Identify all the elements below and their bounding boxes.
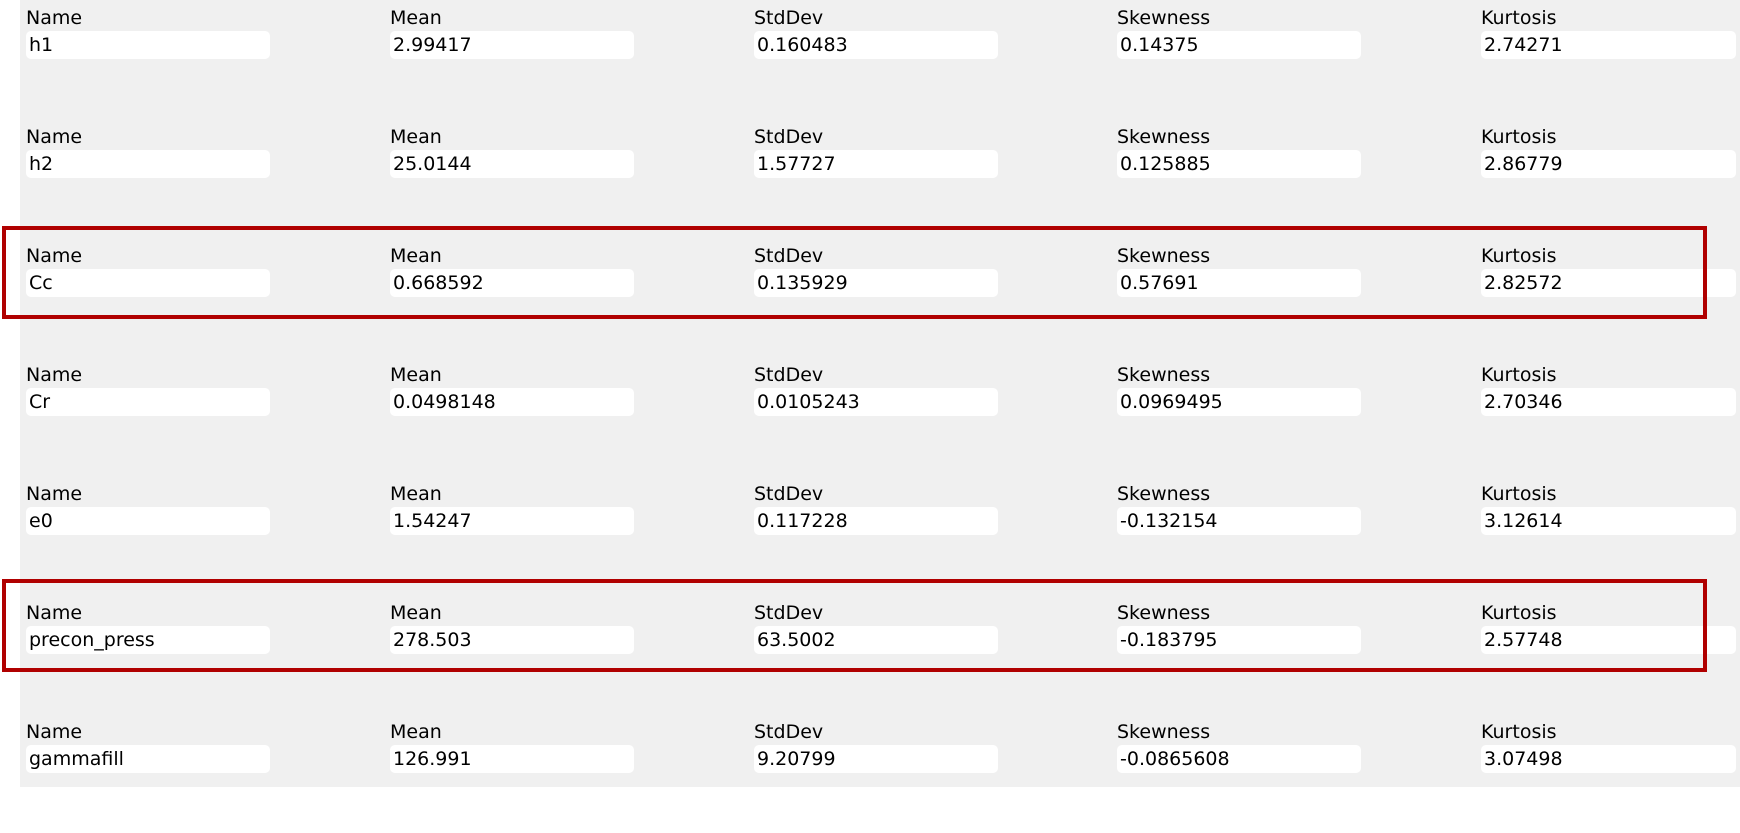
skewness-field[interactable]: 0.14375 bbox=[1117, 31, 1361, 59]
mean-label: Mean bbox=[390, 126, 442, 148]
kurtosis-field[interactable]: 3.07498 bbox=[1481, 745, 1736, 773]
name-field[interactable]: e0 bbox=[26, 507, 270, 535]
mean-field[interactable]: 25.0144 bbox=[390, 150, 634, 178]
kurtosis-field[interactable]: 3.12614 bbox=[1481, 507, 1736, 535]
kurtosis-label: Kurtosis bbox=[1481, 721, 1557, 743]
highlight-box-precon-press bbox=[2, 579, 1707, 672]
skewness-field[interactable]: 0.125885 bbox=[1117, 150, 1361, 178]
kurtosis-field[interactable]: 2.86779 bbox=[1481, 150, 1736, 178]
skewness-label: Skewness bbox=[1117, 483, 1211, 505]
parameter-row-h2: Name h2 Mean 25.0144 StdDev 1.57727 Skew… bbox=[0, 119, 1740, 238]
skewness-label: Skewness bbox=[1117, 7, 1211, 29]
name-label: Name bbox=[26, 7, 83, 29]
kurtosis-label: Kurtosis bbox=[1481, 364, 1557, 386]
kurtosis-field[interactable]: 2.74271 bbox=[1481, 31, 1736, 59]
skewness-field[interactable]: -0.132154 bbox=[1117, 507, 1361, 535]
stddev-field[interactable]: 0.117228 bbox=[754, 507, 998, 535]
name-field[interactable]: h2 bbox=[26, 150, 270, 178]
mean-field[interactable]: 2.99417 bbox=[390, 31, 634, 59]
parameter-row-gammafill: Name gammafill Mean 126.991 StdDev 9.207… bbox=[0, 714, 1740, 833]
mean-label: Mean bbox=[390, 483, 442, 505]
parameter-row-h1: Name h1 Mean 2.99417 StdDev 0.160483 Ske… bbox=[0, 0, 1740, 119]
mean-field[interactable]: 126.991 bbox=[390, 745, 634, 773]
stddev-field[interactable]: 0.160483 bbox=[754, 31, 998, 59]
kurtosis-field[interactable]: 2.70346 bbox=[1481, 388, 1736, 416]
stddev-label: StdDev bbox=[754, 483, 824, 505]
skewness-label: Skewness bbox=[1117, 126, 1211, 148]
parameter-row-e0: Name e0 Mean 1.54247 StdDev 0.117228 Ske… bbox=[0, 476, 1740, 595]
highlight-box-cc bbox=[2, 226, 1707, 319]
stddev-field[interactable]: 1.57727 bbox=[754, 150, 998, 178]
stddev-label: StdDev bbox=[754, 7, 824, 29]
kurtosis-label: Kurtosis bbox=[1481, 126, 1557, 148]
name-label: Name bbox=[26, 126, 83, 148]
skewness-label: Skewness bbox=[1117, 364, 1211, 386]
skewness-label: Skewness bbox=[1117, 721, 1211, 743]
kurtosis-label: Kurtosis bbox=[1481, 483, 1557, 505]
mean-field[interactable]: 1.54247 bbox=[390, 507, 634, 535]
skewness-field[interactable]: -0.0865608 bbox=[1117, 745, 1361, 773]
kurtosis-label: Kurtosis bbox=[1481, 7, 1557, 29]
stddev-label: StdDev bbox=[754, 126, 824, 148]
name-field[interactable]: h1 bbox=[26, 31, 270, 59]
stddev-field[interactable]: 9.20799 bbox=[754, 745, 998, 773]
name-label: Name bbox=[26, 721, 83, 743]
name-label: Name bbox=[26, 364, 83, 386]
mean-label: Mean bbox=[390, 7, 442, 29]
stddev-label: StdDev bbox=[754, 364, 824, 386]
mean-label: Mean bbox=[390, 721, 442, 743]
stddev-field[interactable]: 0.0105243 bbox=[754, 388, 998, 416]
name-field[interactable]: gammafill bbox=[26, 745, 270, 773]
stddev-label: StdDev bbox=[754, 721, 824, 743]
skewness-field[interactable]: 0.0969495 bbox=[1117, 388, 1361, 416]
name-label: Name bbox=[26, 483, 83, 505]
mean-field[interactable]: 0.0498148 bbox=[390, 388, 634, 416]
parameter-row-cr: Name Cr Mean 0.0498148 StdDev 0.0105243 … bbox=[0, 357, 1740, 476]
name-field[interactable]: Cr bbox=[26, 388, 270, 416]
mean-label: Mean bbox=[390, 364, 442, 386]
